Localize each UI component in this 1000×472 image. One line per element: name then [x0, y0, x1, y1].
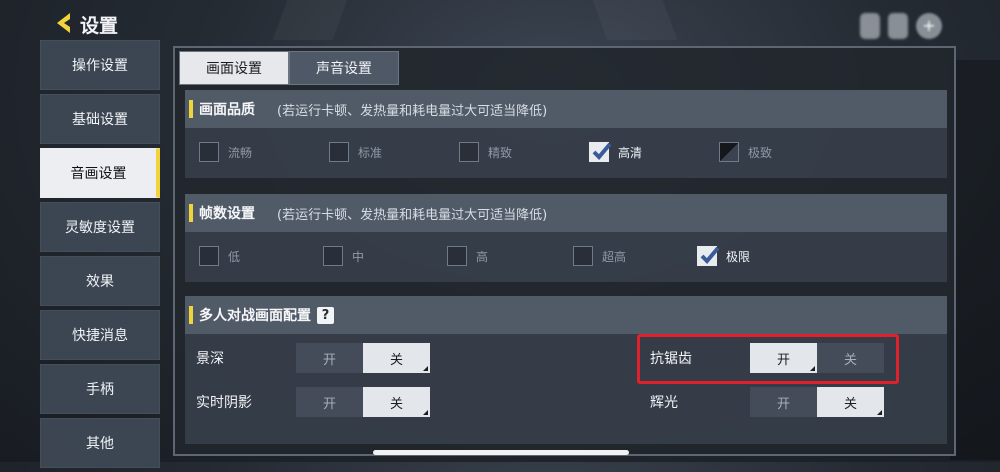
quality-options: 流畅 标准 精致 高清 极致 — [185, 128, 947, 178]
checkbox[interactable] — [573, 246, 593, 266]
option-label: 极限 — [726, 249, 751, 264]
sidebar-item-audio-video[interactable]: 音画设置 — [40, 148, 160, 198]
option-label: 精致 — [488, 145, 513, 160]
toggle-on-option[interactable]: 开 — [296, 343, 363, 373]
toggle-bloom: 辉光 开 关 — [650, 387, 884, 417]
bg-decoration — [592, 0, 678, 40]
option-label: 流畅 — [228, 145, 253, 160]
option-ultra-high[interactable]: 超高 — [573, 246, 626, 266]
checkbox[interactable] — [199, 142, 219, 162]
checkbox[interactable] — [323, 246, 343, 266]
tab-bar: 画面设置 声音设置 — [179, 51, 399, 85]
sidebar-item-effects[interactable]: 效果 — [40, 256, 160, 306]
section-accent-bar — [189, 306, 193, 324]
sidebar-item-other[interactable]: 其他 — [40, 418, 160, 468]
toggle-realtime-shadow: 实时阴影 开 关 — [196, 387, 430, 417]
check-icon — [592, 142, 612, 160]
option-extreme[interactable]: 极限 — [697, 246, 750, 266]
sidebar-item-operation[interactable]: 操作设置 — [40, 40, 160, 90]
quality-section: 画面品质 (若运行卡顿、发热量和耗电量过大可适当降低) 流畅 标准 精致 高清 … — [185, 90, 947, 178]
option-label: 高清 — [618, 145, 643, 160]
option-smooth[interactable]: 流畅 — [199, 142, 252, 162]
option-label: 中 — [352, 249, 365, 264]
fps-options: 低 中 高 超高 极限 — [185, 232, 947, 282]
add-icon[interactable]: + — [916, 13, 942, 39]
option-medium[interactable]: 中 — [323, 246, 364, 266]
blurred-button-2[interactable] — [888, 13, 908, 39]
sidebar-item-quick-messages[interactable]: 快捷消息 — [40, 310, 160, 360]
option-standard[interactable]: 标准 — [329, 142, 382, 162]
sidebar-item-basic[interactable]: 基础设置 — [40, 94, 160, 144]
checkbox[interactable] — [447, 246, 467, 266]
option-ultra: 极致 — [719, 142, 772, 162]
back-arrow-icon — [57, 13, 70, 33]
option-high[interactable]: 高 — [447, 246, 488, 266]
option-label: 高 — [476, 249, 489, 264]
section-header: 多人对战画面配置 ? — [185, 296, 947, 334]
section-accent-bar — [189, 204, 193, 222]
on-off-toggle[interactable]: 开 关 — [296, 343, 430, 373]
section-accent-bar — [189, 100, 193, 118]
toggle-depth-of-field: 景深 开 关 — [196, 343, 430, 373]
check-icon — [700, 246, 720, 264]
section-header: 画面品质 (若运行卡顿、发热量和耗电量过大可适当降低) — [185, 90, 947, 128]
back-button[interactable] — [52, 10, 78, 36]
toggle-on-option[interactable]: 开 — [296, 387, 363, 417]
tab-sound[interactable]: 声音设置 — [289, 51, 399, 85]
checkbox[interactable] — [459, 142, 479, 162]
section-note: (若运行卡顿、发热量和耗电量过大可适当降低) — [277, 103, 548, 119]
bg-decoration — [272, 0, 348, 40]
page-title: 设置 — [80, 15, 119, 37]
tab-graphics[interactable]: 画面设置 — [179, 51, 289, 85]
section-title: 帧数设置 — [199, 206, 255, 222]
sidebar-item-gamepad[interactable]: 手柄 — [40, 364, 160, 414]
section-title: 画面品质 — [199, 102, 255, 118]
checkbox-checked[interactable] — [697, 246, 720, 266]
fps-section: 帧数设置 (若运行卡顿、发热量和耗电量过大可适当降低) 低 中 高 超高 极限 — [185, 194, 947, 282]
sidebar-item-sensitivity[interactable]: 灵敏度设置 — [40, 202, 160, 252]
toggle-label: 景深 — [196, 351, 224, 367]
on-off-toggle[interactable]: 开 关 — [750, 387, 884, 417]
toggle-label: 辉光 — [650, 395, 678, 411]
checkbox[interactable] — [199, 246, 219, 266]
option-label: 低 — [228, 249, 241, 264]
top-right-controls: + — [860, 13, 942, 39]
toggle-off-option[interactable]: 关 — [363, 343, 430, 373]
option-label: 极致 — [748, 145, 773, 160]
section-title: 多人对战画面配置 — [199, 308, 311, 324]
toggle-on-option[interactable]: 开 — [750, 387, 817, 417]
checkbox-checked[interactable] — [589, 142, 612, 162]
toggle-label: 实时阴影 — [196, 395, 252, 411]
option-low[interactable]: 低 — [199, 246, 240, 266]
option-label: 标准 — [358, 145, 383, 160]
toggle-off-option[interactable]: 关 — [363, 387, 430, 417]
blurred-button-1[interactable] — [860, 13, 880, 39]
checkbox[interactable] — [329, 142, 349, 162]
help-icon[interactable]: ? — [317, 306, 334, 324]
on-off-toggle[interactable]: 开 关 — [296, 387, 430, 417]
checkbox-disabled — [719, 142, 739, 162]
option-hd[interactable]: 高清 — [589, 142, 642, 162]
home-indicator[interactable] — [373, 450, 629, 455]
bg-decoration — [950, 60, 1000, 460]
toggle-off-option[interactable]: 关 — [817, 387, 884, 417]
section-header: 帧数设置 (若运行卡顿、发热量和耗电量过大可适当降低) — [185, 194, 947, 232]
section-note: (若运行卡顿、发热量和耗电量过大可适当降低) — [277, 207, 548, 223]
option-refined[interactable]: 精致 — [459, 142, 512, 162]
highlight-box — [637, 334, 899, 384]
option-label: 超高 — [602, 249, 627, 264]
sidebar: 操作设置 基础设置 音画设置 灵敏度设置 效果 快捷消息 手柄 其他 — [40, 40, 160, 472]
